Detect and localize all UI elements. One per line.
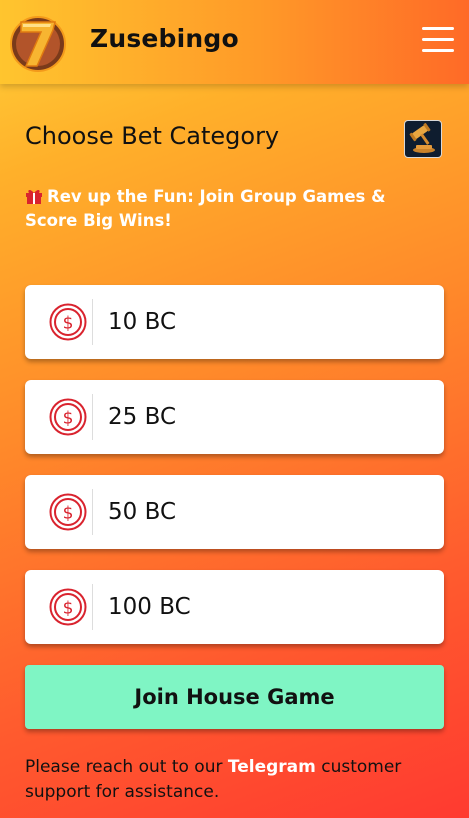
bet-amount: 50 BC <box>108 499 177 525</box>
seven-logo-icon[interactable] <box>9 12 67 72</box>
auction-button[interactable] <box>404 120 442 158</box>
support-text: Please reach out to our Telegram custome… <box>25 755 445 805</box>
join-house-game-button[interactable]: Join House Game <box>25 665 444 729</box>
menu-line <box>422 27 454 30</box>
divider <box>92 394 93 440</box>
gavel-icon <box>409 123 435 153</box>
bet-option-50[interactable]: $ 50 BC <box>25 475 444 549</box>
bet-amount: 25 BC <box>108 404 177 430</box>
dollar-coin-icon: $ <box>49 588 87 626</box>
bet-option-100[interactable]: $ 100 BC <box>25 570 444 644</box>
bet-amount: 100 BC <box>108 594 191 620</box>
dollar-coin-icon: $ <box>49 303 87 341</box>
promo-banner: Rev up the Fun: Join Group Games & Score… <box>25 185 435 233</box>
top-bar: Zusebingo <box>0 0 469 84</box>
bet-amount: 10 BC <box>108 309 177 335</box>
divider <box>92 584 93 630</box>
support-text-prefix: Please reach out to our <box>25 757 228 777</box>
gift-icon <box>26 189 42 204</box>
dollar-coin-icon: $ <box>49 493 87 531</box>
menu-line <box>422 38 454 41</box>
page-title: Choose Bet Category <box>25 122 280 150</box>
menu-line <box>422 49 454 52</box>
divider <box>92 489 93 535</box>
svg-text:$: $ <box>63 409 74 429</box>
bet-option-10[interactable]: $ 10 BC <box>25 285 444 359</box>
telegram-link[interactable]: Telegram <box>228 757 316 777</box>
svg-text:$: $ <box>63 599 74 619</box>
hamburger-menu-icon[interactable] <box>422 27 454 57</box>
dollar-coin-icon: $ <box>49 398 87 436</box>
svg-text:$: $ <box>63 504 74 524</box>
bet-option-25[interactable]: $ 25 BC <box>25 380 444 454</box>
brand-name: Zusebingo <box>90 24 239 53</box>
svg-text:$: $ <box>63 314 74 334</box>
divider <box>92 299 93 345</box>
promo-text: Rev up the Fun: Join Group Games & Score… <box>25 187 386 230</box>
